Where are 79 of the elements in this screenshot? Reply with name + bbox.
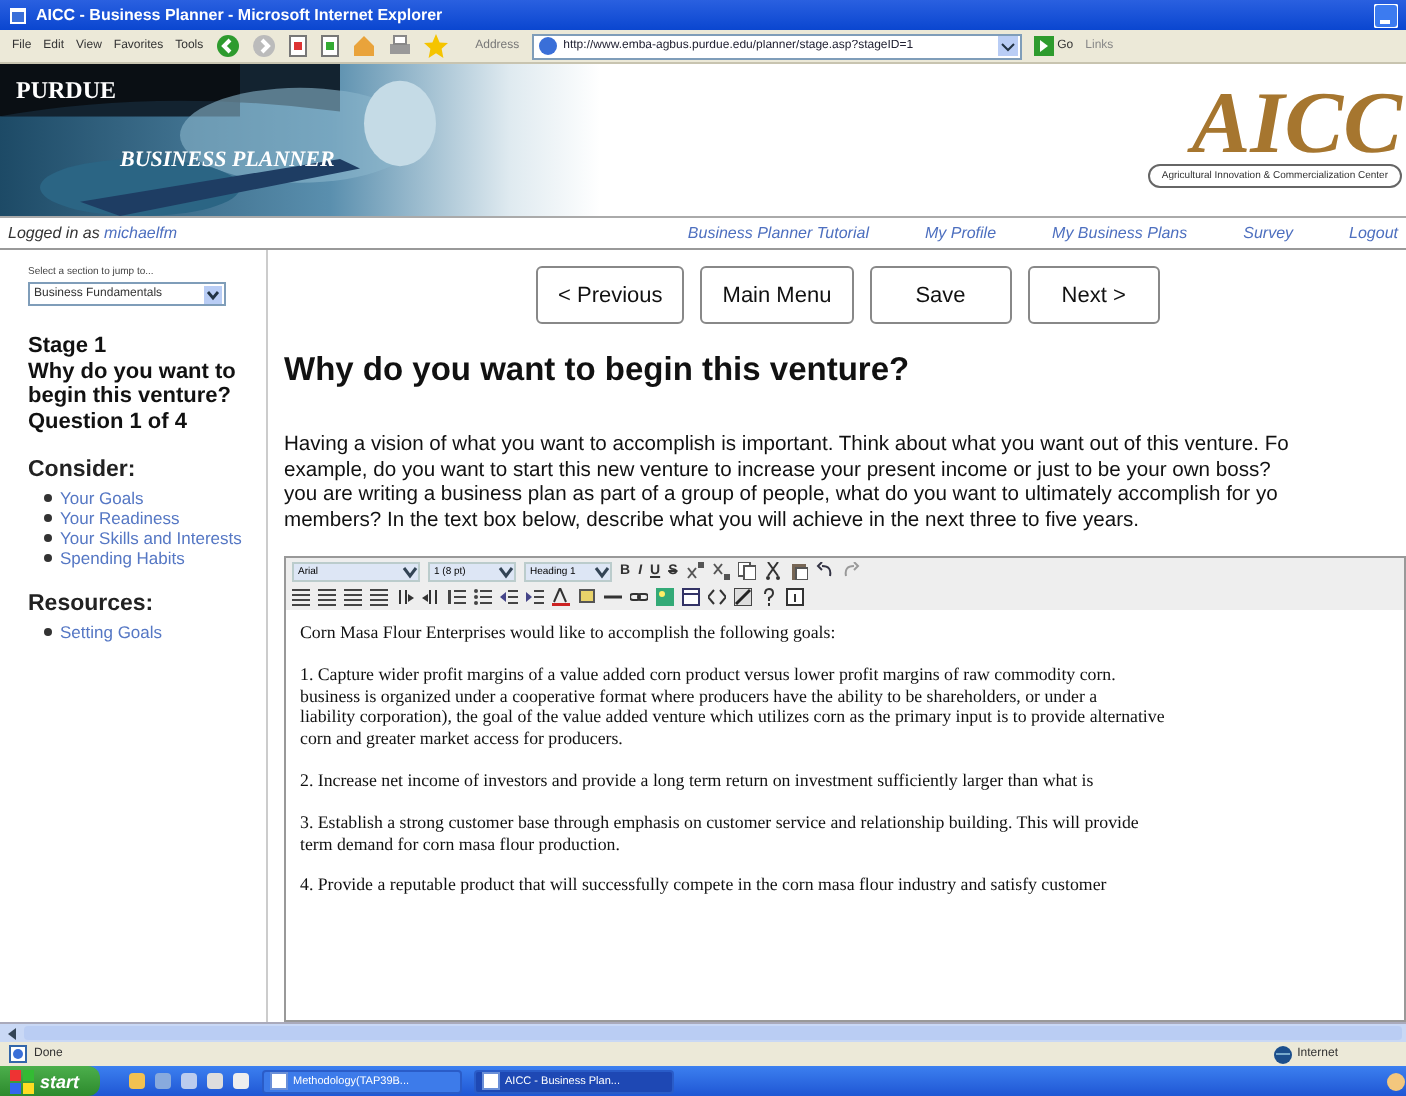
nav-button[interactable]: Next > xyxy=(1027,266,1160,324)
bullet-list-icon[interactable] xyxy=(474,588,492,606)
browser-icon xyxy=(8,5,28,25)
bullet-icon xyxy=(44,554,52,562)
editor-paragraph: 2. Increase net income of investors and provide a long term return on investment sufficiently larger than what is xyxy=(300,769,1096,792)
intro-paragraph: Having a vision of what you want to accomplish is important. Think about what you want out of this venture. Fo example, do you want to start this new venture to increase your present income or just to be your own boss? you are writing a business plan as part of a group of people, what do you want to ultimately accomplish for yo members? In the text box below, describe what you will achieve in the next three to five years. xyxy=(284,434,1291,534)
nav-link[interactable]: Logout xyxy=(1349,224,1398,242)
subscript-icon[interactable] xyxy=(711,562,730,580)
dropdown-icon[interactable] xyxy=(997,36,1018,56)
align-center-icon[interactable] xyxy=(318,588,336,606)
stage-title: Why do you want to begin this venture? xyxy=(28,359,238,409)
nav-button[interactable]: Save xyxy=(869,266,1012,324)
section-heading: Resources: xyxy=(28,592,156,616)
printer-icon[interactable] xyxy=(387,34,412,58)
dropdown-icon xyxy=(594,563,610,579)
go-arrow-icon xyxy=(1033,36,1054,56)
nav-button[interactable]: < Previous xyxy=(536,266,685,324)
ltr-icon[interactable] xyxy=(396,588,414,606)
scroll-thumb[interactable] xyxy=(24,1026,1402,1040)
numbered-list-icon[interactable] xyxy=(448,588,466,606)
sidebar-link[interactable]: Your Goals xyxy=(60,488,144,508)
code-icon[interactable] xyxy=(708,588,726,606)
logo-text: AICC xyxy=(1191,80,1402,168)
superscript-icon[interactable] xyxy=(685,562,704,580)
bullet-icon xyxy=(44,628,52,636)
sidebar-link[interactable]: Setting Goals xyxy=(60,622,163,642)
align-right-icon[interactable] xyxy=(344,588,362,606)
nav-button[interactable]: Main Menu xyxy=(700,266,854,324)
info-icon[interactable] xyxy=(786,588,804,606)
horizontal-scrollbar[interactable] xyxy=(0,1022,1406,1042)
editor-paragraph: 4. Provide a reputable product that will successfully compete in the corn masa flour industry and satisfy customer xyxy=(300,874,1109,897)
document-icon xyxy=(269,1072,288,1090)
bullet-icon xyxy=(44,494,52,502)
nav-link[interactable]: My Profile xyxy=(924,224,997,242)
text-color-icon[interactable] xyxy=(552,588,570,606)
window-title: AICC - Business Planner - Microsoft Internet Explorer xyxy=(36,6,443,24)
editor-paragraph: Corn Masa Flour Enterprises would like to accomplish the following goals: xyxy=(300,622,838,644)
minimize-icon[interactable] xyxy=(1374,3,1398,27)
editor-paragraph: 1. Capture wider profit margins of a value added corn product versus lower profit margins of raw commodity corn. business is organized under a cooperative format where producers have the ability to be shareholders, or under a liability corporation), the goal of the value added venture which utilizes corn as the primary input is to provide alternative corn and greater market access for producers. xyxy=(300,663,1167,750)
dropdown-icon xyxy=(204,285,222,303)
university-logo: PURDUE xyxy=(16,76,116,106)
rtl-icon[interactable] xyxy=(422,588,440,606)
table-icon[interactable] xyxy=(682,588,700,606)
username-link[interactable]: michaelfm xyxy=(104,224,177,242)
sidebar-link[interactable]: Your Readiness xyxy=(60,508,180,528)
bullet-icon xyxy=(44,534,52,542)
editor-paragraph: 3. Establish a strong customer base through emphasis on customer service and relationship building. This will provide term demand for corn masa flour production. xyxy=(300,811,1141,855)
sidebar-link[interactable]: Your Skills and Interests xyxy=(60,528,242,548)
help-icon[interactable] xyxy=(760,588,778,606)
pen-icon[interactable] xyxy=(734,588,752,606)
justify-icon[interactable] xyxy=(370,588,388,606)
undo-icon[interactable] xyxy=(815,562,834,580)
section-heading: Consider: xyxy=(28,458,138,482)
sidebar-link[interactable]: Spending Habits xyxy=(60,548,185,568)
paste-icon[interactable] xyxy=(789,562,808,580)
nav-link[interactable]: Business Planner Tutorial xyxy=(687,224,869,242)
dropdown-icon xyxy=(402,563,418,579)
nav-link[interactable]: Survey xyxy=(1243,224,1294,242)
windows-flag-icon xyxy=(10,1069,34,1093)
start-button[interactable]: start xyxy=(0,1066,100,1096)
link-icon[interactable] xyxy=(630,588,648,606)
login-status: Logged in as michaelfm xyxy=(8,224,177,242)
bullet-icon xyxy=(44,514,52,522)
cut-icon[interactable] xyxy=(763,562,782,580)
outdent-icon[interactable] xyxy=(500,588,518,606)
globe-icon xyxy=(1273,1045,1292,1063)
question-counter: Question 1 of 4 xyxy=(28,409,189,434)
highlight-icon[interactable] xyxy=(578,588,596,606)
copy-icon[interactable] xyxy=(737,562,756,580)
stage-label: Stage 1 xyxy=(28,334,109,359)
page-heading: Why do you want to begin this venture? xyxy=(284,352,912,390)
star-icon[interactable] xyxy=(423,34,448,58)
align-left-icon[interactable] xyxy=(292,588,310,606)
nav-link[interactable]: My Business Plans xyxy=(1052,224,1188,242)
product-title: BUSINESS PLANNER xyxy=(120,148,335,172)
dropdown-icon xyxy=(498,563,514,579)
document-icon xyxy=(481,1072,500,1090)
indent-icon[interactable] xyxy=(526,588,544,606)
back-icon[interactable] xyxy=(215,34,240,58)
